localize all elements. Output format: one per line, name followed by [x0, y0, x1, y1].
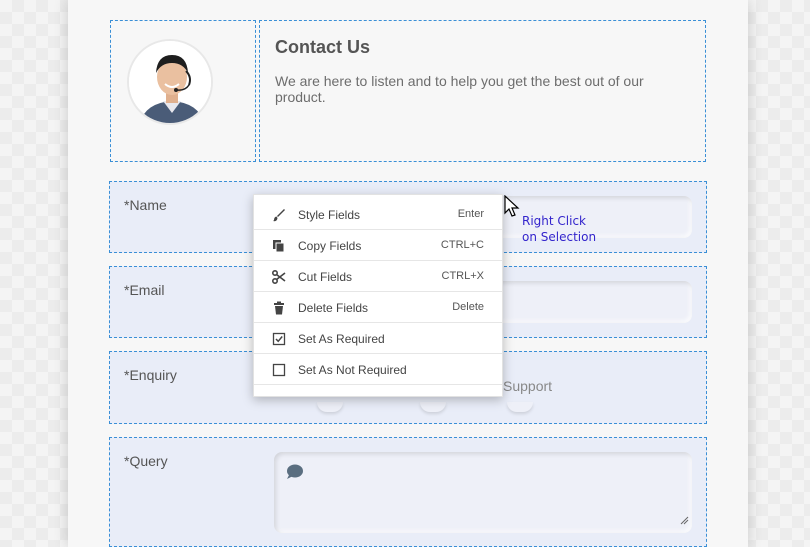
enquiry-radio[interactable] — [317, 402, 343, 412]
email-label: *Email — [124, 282, 165, 298]
query-row[interactable]: *Query — [109, 437, 707, 547]
annotation-line-1: Right Click — [522, 214, 587, 228]
resize-grip-icon[interactable] — [679, 512, 689, 530]
paintbrush-icon — [272, 208, 286, 222]
contact-cell[interactable]: Contact Us We are here to listen and to … — [259, 20, 706, 162]
query-label: *Query — [124, 453, 168, 469]
menu-item-label: Style Fields — [298, 208, 361, 222]
menu-item-copy-fields[interactable]: Copy Fields CTRL+C — [254, 230, 502, 261]
menu-item-shortcut: Delete — [452, 301, 484, 313]
avatar — [127, 39, 213, 125]
menu-item-shortcut: Enter — [457, 208, 484, 220]
menu-item-set-not-required[interactable]: Set As Not Required — [254, 354, 502, 385]
menu-item-cut-fields[interactable]: Cut Fields CTRL+X — [254, 261, 502, 292]
empty-box-icon — [272, 363, 286, 377]
menu-item-shortcut: CTRL+C — [440, 239, 484, 251]
avatar-cell[interactable] — [110, 20, 256, 162]
menu-item-delete-fields[interactable]: Delete Fields Delete — [254, 292, 502, 323]
contact-title: Contact Us — [275, 37, 371, 57]
menu-item-label: Copy Fields — [298, 239, 362, 253]
menu-item-set-required[interactable]: Set As Required — [254, 323, 502, 354]
menu-item-label: Set As Not Required — [298, 363, 407, 377]
enquiry-option-support[interactable]: Support — [503, 378, 552, 394]
menu-item-label: Set As Required — [298, 332, 385, 346]
right-click-annotation: Right Click on Selection — [522, 213, 596, 245]
enquiry-radio[interactable] — [507, 402, 533, 412]
menu-item-style-fields[interactable]: Style Fields Enter — [254, 199, 502, 230]
contact-description: We are here to listen and to help you ge… — [275, 73, 644, 105]
scissors-icon — [271, 269, 286, 285]
checked-box-icon — [272, 332, 286, 346]
annotation-line-2: on Selection — [522, 230, 597, 244]
comment-icon — [286, 464, 304, 485]
copy-icon — [272, 239, 286, 253]
trash-icon — [272, 301, 286, 315]
menu-item-label: Delete Fields — [298, 301, 369, 315]
name-label: *Name — [124, 197, 167, 213]
enquiry-radio[interactable] — [420, 402, 446, 412]
query-textarea[interactable] — [274, 452, 692, 533]
menu-item-label: Cut Fields — [298, 270, 353, 284]
context-menu: Style Fields Enter Copy Fields CTRL+C Cu… — [253, 194, 503, 397]
mouse-pointer-icon — [504, 194, 520, 224]
menu-item-shortcut: CTRL+X — [441, 270, 485, 282]
enquiry-label: *Enquiry — [124, 367, 177, 383]
